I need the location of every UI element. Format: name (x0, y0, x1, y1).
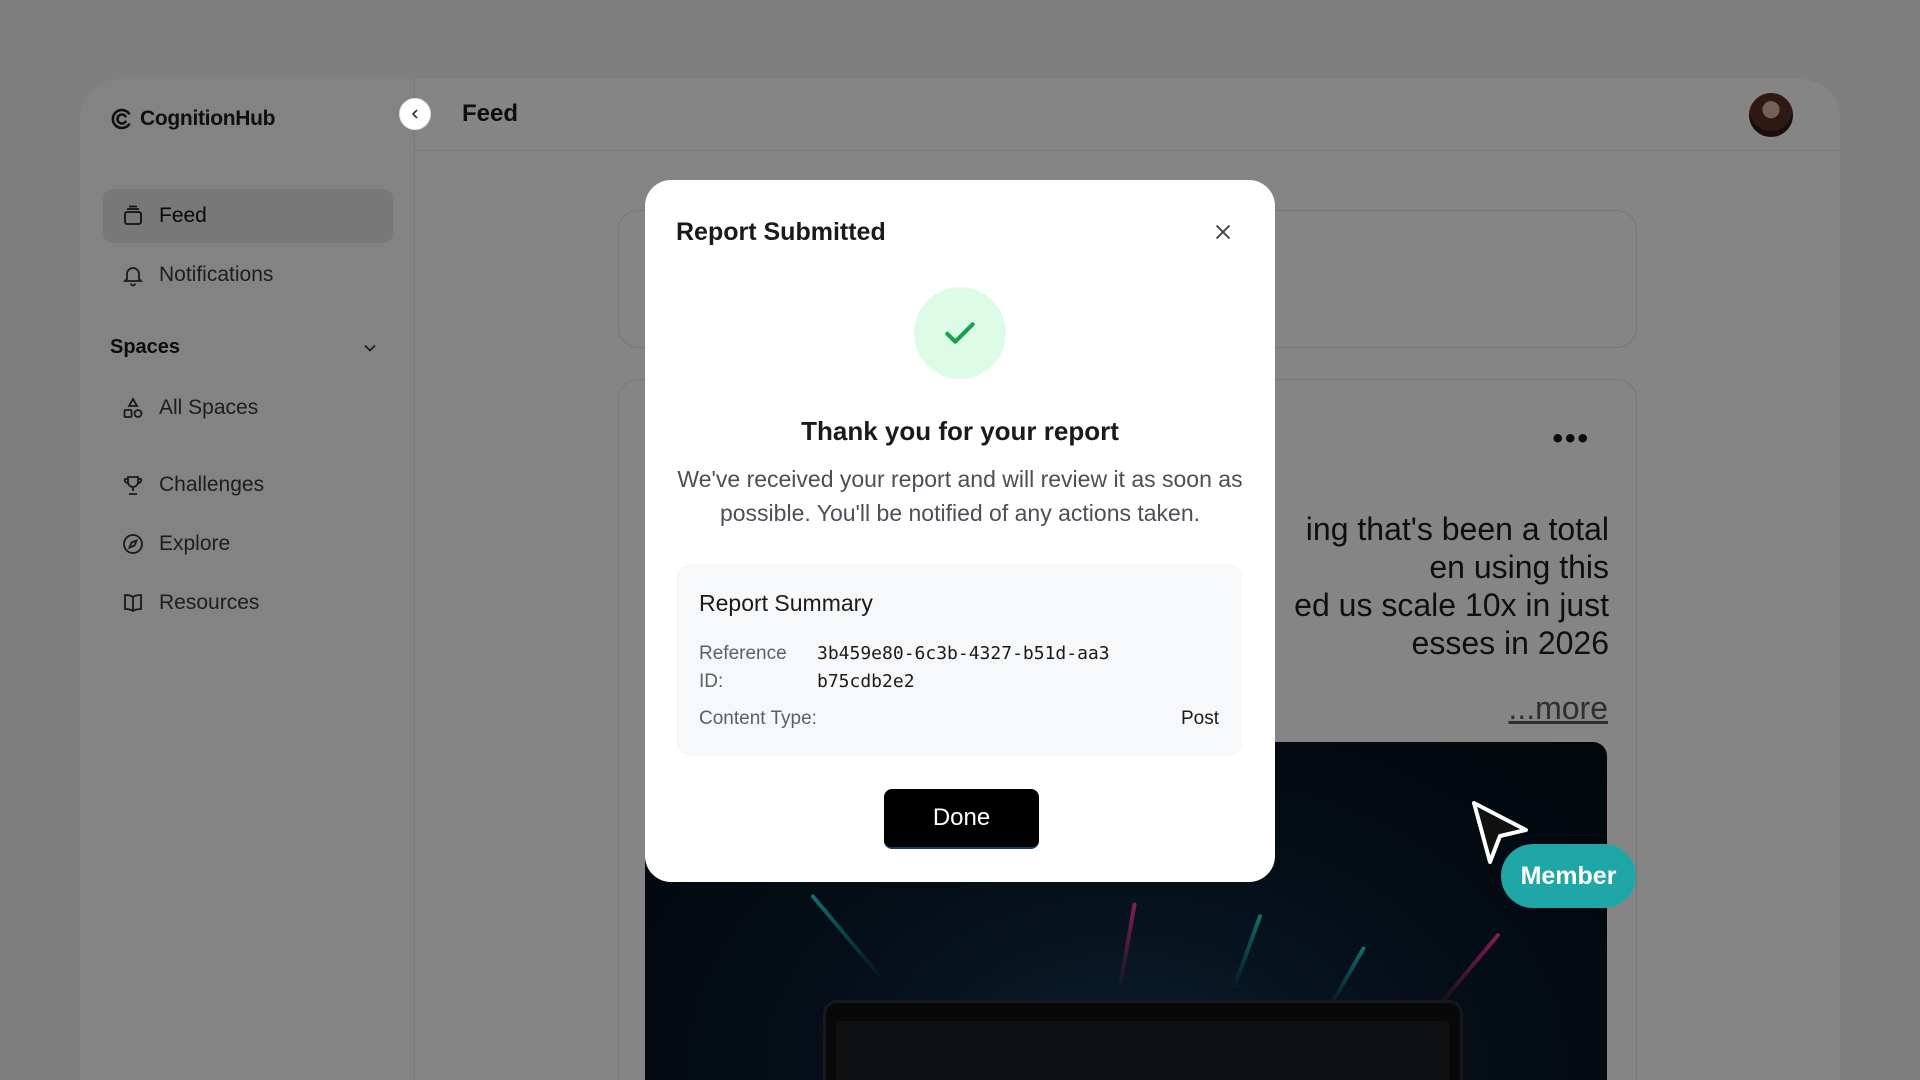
content-type-label: Content Type: (699, 708, 817, 729)
reference-id-label: Reference ID: (699, 643, 787, 692)
done-button[interactable]: Done (884, 789, 1039, 849)
success-badge (914, 287, 1006, 379)
member-badge: Member (1501, 844, 1636, 908)
reference-id-value: 3b459e80-6c3b-4327-b51d-aa3b75cdb2e2 (817, 643, 1110, 692)
report-submitted-dialog: Report Submitted Thank you for your repo… (645, 180, 1275, 882)
close-button[interactable] (1209, 218, 1237, 246)
check-icon (945, 322, 975, 344)
dialog-description: We've received your report and will revi… (677, 466, 1243, 526)
collapse-sidebar-button[interactable] (399, 98, 431, 130)
summary-title: Report Summary (699, 590, 873, 616)
content-type-value: Post (1180, 708, 1219, 729)
dialog-title: Report Submitted (676, 218, 886, 246)
dialog-heading: Thank you for your report (801, 416, 1119, 446)
chevron-left-icon (411, 109, 418, 119)
close-icon (1215, 224, 1231, 240)
report-summary: Report Summary Reference ID: 3b459e80-6c… (676, 564, 1242, 756)
